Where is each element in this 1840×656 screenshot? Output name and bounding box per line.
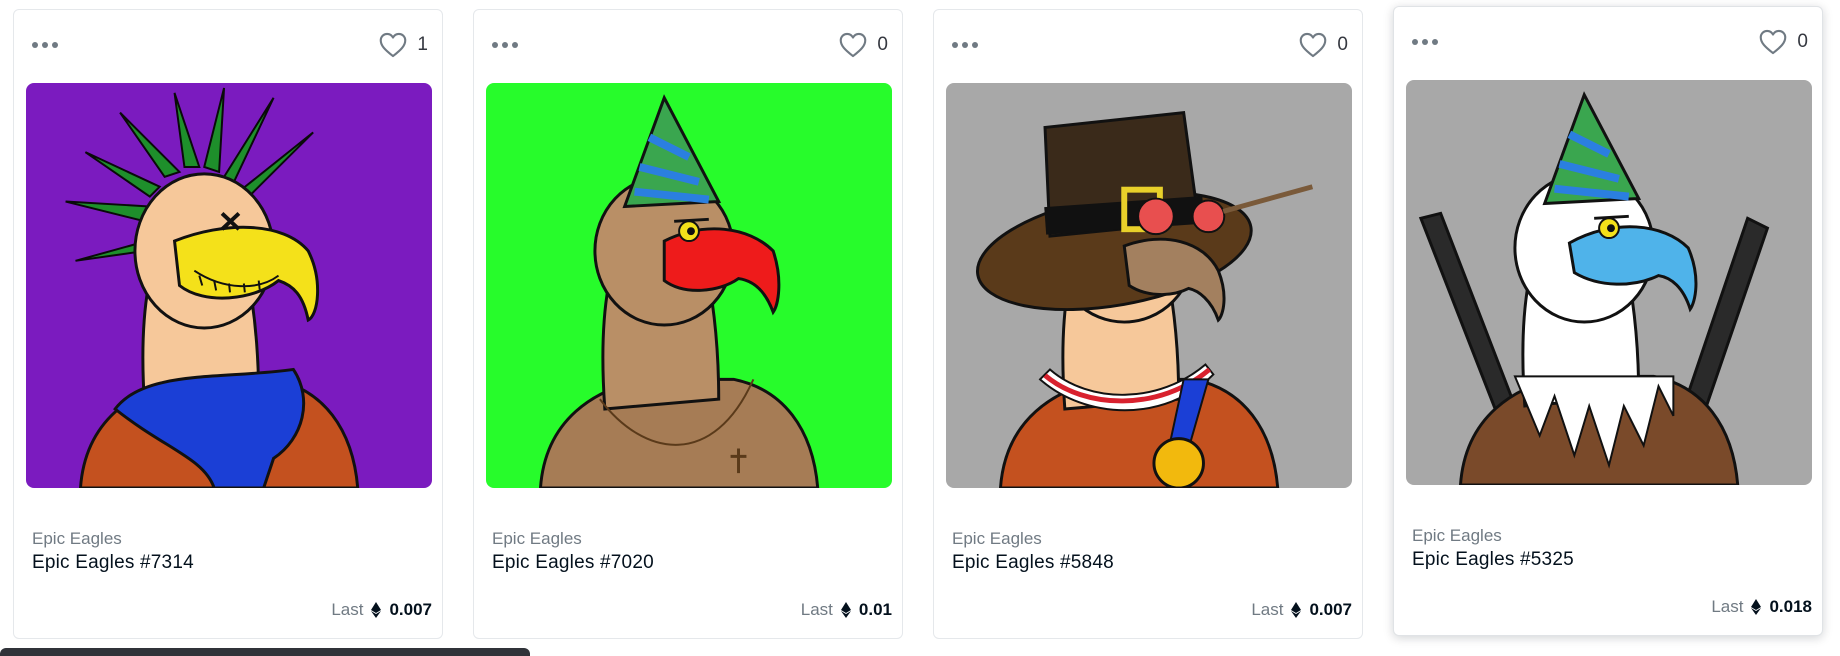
ethereum-icon [371, 602, 382, 618]
nft-card-7020[interactable]: 0 Epic Eagles Epic Eagles #7020 Last 0.0… [473, 9, 903, 639]
card-header: 0 [934, 10, 1362, 80]
nft-card-5325[interactable]: 0 Epic Eagles Epic Eagles #5325 Last 0.0… [1393, 6, 1823, 636]
heart-icon [380, 32, 407, 58]
last-sale-label: Last [800, 600, 833, 619]
bottom-toolbar [0, 648, 530, 656]
nft-image[interactable] [26, 83, 432, 488]
collection-name[interactable]: Epic Eagles [492, 529, 582, 549]
nft-image[interactable] [486, 83, 892, 488]
card-header: 1 [14, 10, 442, 80]
nft-image[interactable] [946, 83, 1352, 488]
last-sale: Last 0.018 [1711, 597, 1812, 617]
ethereum-icon [840, 602, 851, 618]
favorite-count: 0 [1797, 31, 1808, 52]
last-sale-label: Last [331, 600, 364, 619]
more-options-icon[interactable] [1410, 35, 1440, 49]
item-name[interactable]: Epic Eagles #5848 [952, 552, 1114, 574]
ethereum-icon [1291, 602, 1302, 618]
nft-card-7314[interactable]: 1 Epic Eagles Epic Eagles #7314 Last 0.0… [13, 9, 443, 639]
item-name[interactable]: Epic Eagles #7314 [32, 552, 194, 574]
favorite-count: 0 [1337, 34, 1348, 55]
last-sale: Last 0.007 [331, 600, 432, 620]
favorite-button[interactable]: 0 [1299, 32, 1348, 58]
last-sale-price: 0.007 [1309, 600, 1352, 619]
more-options-icon[interactable] [950, 38, 980, 52]
collection-name[interactable]: Epic Eagles [32, 529, 122, 549]
favorite-button[interactable]: 0 [1759, 29, 1808, 55]
nft-image[interactable] [1406, 80, 1812, 485]
heart-icon [1760, 29, 1787, 55]
card-header: 0 [1394, 7, 1822, 77]
heart-icon [840, 32, 867, 58]
nft-card-5848[interactable]: 0 Epic Eagles Epic Eagles #5848 Last 0.0… [933, 9, 1363, 639]
collection-name[interactable]: Epic Eagles [952, 529, 1042, 549]
favorite-button[interactable]: 1 [379, 32, 428, 58]
more-options-icon[interactable] [490, 38, 520, 52]
favorite-count: 1 [417, 34, 428, 55]
item-name[interactable]: Epic Eagles #5325 [1412, 549, 1574, 571]
last-sale-label: Last [1251, 600, 1284, 619]
last-sale-label: Last [1711, 597, 1744, 616]
favorite-button[interactable]: 0 [839, 32, 888, 58]
item-name[interactable]: Epic Eagles #7020 [492, 552, 654, 574]
last-sale: Last 0.01 [801, 600, 892, 620]
heart-icon [1300, 32, 1327, 58]
last-sale-price: 0.018 [1769, 597, 1812, 616]
collection-name[interactable]: Epic Eagles [1412, 526, 1502, 546]
card-header: 0 [474, 10, 902, 80]
last-sale-price: 0.007 [389, 600, 432, 619]
more-options-icon[interactable] [30, 38, 60, 52]
ethereum-icon [1751, 599, 1762, 615]
favorite-count: 0 [877, 34, 888, 55]
last-sale-price: 0.01 [858, 600, 892, 619]
last-sale: Last 0.007 [1251, 600, 1352, 620]
